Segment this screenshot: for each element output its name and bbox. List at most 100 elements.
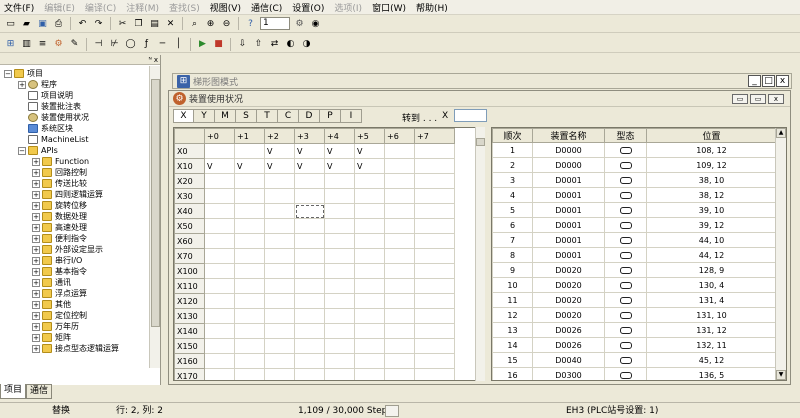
tree-item[interactable]: + 回路控制 xyxy=(0,167,160,178)
grid-cell[interactable] xyxy=(324,218,355,234)
delete-icon[interactable]: ✕ xyxy=(164,17,177,30)
tab-device-s[interactable]: S xyxy=(236,109,257,123)
grid-cell[interactable] xyxy=(354,338,385,354)
expand-icon[interactable]: + xyxy=(32,212,40,221)
grid-cell[interactable] xyxy=(354,278,385,294)
grid-cell[interactable] xyxy=(324,323,355,339)
menu-item[interactable]: 视图(V) xyxy=(210,1,241,14)
list-row[interactable]: 15 D0040 45, 12 xyxy=(492,352,777,368)
grid-cell[interactable]: V xyxy=(264,158,295,174)
list-row[interactable]: 14 D0026 132, 11 xyxy=(492,337,777,353)
expand-icon[interactable]: + xyxy=(32,223,40,232)
grid-cell[interactable]: V xyxy=(354,158,385,174)
grid-cell[interactable] xyxy=(234,233,265,249)
scroll-down-arrow[interactable]: ▼ xyxy=(776,370,786,380)
grid-cell[interactable] xyxy=(294,233,325,249)
list-row[interactable]: 8 D0001 44, 12 xyxy=(492,247,777,263)
grid-cell[interactable] xyxy=(294,323,325,339)
grid-cell[interactable] xyxy=(354,188,385,204)
grid-cell[interactable] xyxy=(414,188,455,204)
help-icon[interactable]: ? xyxy=(244,17,257,30)
grid-cell[interactable] xyxy=(354,308,385,324)
contact-no-icon[interactable]: ⊣ xyxy=(92,38,105,51)
menu-item[interactable]: 查找(S) xyxy=(169,1,200,14)
stop-icon[interactable]: ■ xyxy=(212,38,225,51)
write-icon[interactable]: ⇧ xyxy=(252,38,265,51)
list-row[interactable]: 2 D0000 109, 12 xyxy=(492,157,777,173)
grid-cell[interactable] xyxy=(264,218,295,234)
expand-icon[interactable]: + xyxy=(32,267,40,276)
expand-icon[interactable]: + xyxy=(32,201,40,210)
tree-item[interactable]: + 数据处理 xyxy=(0,211,160,222)
tree-item[interactable]: + 四则逻辑运算 xyxy=(0,189,160,200)
grid-cell[interactable] xyxy=(384,263,415,279)
tree-item[interactable]: + 其他 xyxy=(0,299,160,310)
grid-cell[interactable] xyxy=(384,158,415,174)
grid-cell[interactable] xyxy=(234,263,265,279)
grid-cell[interactable] xyxy=(264,173,295,189)
menu-item[interactable]: 文件(F) xyxy=(4,1,34,14)
grid-cell[interactable] xyxy=(384,203,415,219)
grid-cell[interactable] xyxy=(294,338,325,354)
tree-item[interactable]: − APIs xyxy=(0,145,160,156)
grid-cell[interactable] xyxy=(264,248,295,264)
monitor-start-icon[interactable]: ◐ xyxy=(284,38,297,51)
grid-cell[interactable] xyxy=(234,188,265,204)
grid-cell[interactable] xyxy=(204,173,235,189)
tree-item[interactable]: + 传送比较 xyxy=(0,178,160,189)
grid-cell[interactable] xyxy=(294,203,325,219)
list-row[interactable]: 9 D0020 128, 9 xyxy=(492,262,777,278)
expand-icon[interactable]: + xyxy=(32,333,40,342)
grid-cell[interactable] xyxy=(264,323,295,339)
tab-communication[interactable]: 通信 xyxy=(26,384,53,399)
grid-cell[interactable] xyxy=(384,173,415,189)
grid-cell[interactable] xyxy=(234,173,265,189)
grid-cell[interactable] xyxy=(294,248,325,264)
monitor-icon[interactable]: ◉ xyxy=(309,17,322,30)
grid-cell[interactable] xyxy=(234,368,265,380)
hline-icon[interactable]: ─ xyxy=(156,38,169,51)
grid-cell[interactable] xyxy=(204,323,235,339)
grid-cell[interactable] xyxy=(384,308,415,324)
zoom-input[interactable]: 1 xyxy=(260,17,290,30)
grid-cell[interactable] xyxy=(384,248,415,264)
compile-icon[interactable]: ⚙ xyxy=(293,17,306,30)
collapse-icon[interactable]: − xyxy=(18,146,26,155)
grid-cell[interactable] xyxy=(204,203,235,219)
grid-cell[interactable] xyxy=(354,353,385,369)
comment-icon[interactable]: ✎ xyxy=(68,38,81,51)
grid-cell[interactable] xyxy=(234,308,265,324)
print-icon[interactable]: ⎙ xyxy=(52,17,65,30)
tree-item[interactable]: + 定位控制 xyxy=(0,310,160,321)
grid-cell[interactable] xyxy=(264,203,295,219)
tree-item[interactable]: 装置使用状况 xyxy=(0,112,160,123)
zoom-in-icon[interactable]: ⊕ xyxy=(204,17,217,30)
tree-item[interactable]: 项目说明 xyxy=(0,90,160,101)
monitor-stop-icon[interactable]: ◑ xyxy=(300,38,313,51)
grid-cell[interactable] xyxy=(204,263,235,279)
grid-cell[interactable]: V xyxy=(324,143,355,159)
grid-cell[interactable] xyxy=(294,293,325,309)
grid-cell[interactable] xyxy=(264,263,295,279)
device-minimize-button[interactable]: ▭ xyxy=(732,94,748,104)
grid-cell[interactable] xyxy=(414,338,455,354)
grid-cell[interactable] xyxy=(234,338,265,354)
panel-pin-button[interactable]: ᴺ xyxy=(149,56,152,64)
expand-icon[interactable]: + xyxy=(32,256,40,265)
grid-cell[interactable] xyxy=(384,233,415,249)
grid-cell[interactable] xyxy=(384,218,415,234)
tab-project[interactable]: 项目 xyxy=(0,384,27,399)
grid-cell[interactable] xyxy=(264,353,295,369)
menu-item[interactable]: 窗口(W) xyxy=(372,1,406,14)
grid-cell[interactable] xyxy=(324,308,355,324)
grid-cell[interactable] xyxy=(354,293,385,309)
device-close-button[interactable]: x xyxy=(768,94,784,104)
grid-cell[interactable] xyxy=(294,278,325,294)
list-row[interactable]: 5 D0001 39, 10 xyxy=(492,202,777,218)
menu-item[interactable]: 编辑(E) xyxy=(44,1,75,14)
tree-item[interactable]: + 程序 xyxy=(0,79,160,90)
function-icon[interactable]: ƒ xyxy=(140,38,153,51)
minimize-button[interactable]: _ xyxy=(748,75,761,87)
tree-item[interactable]: + 浮点运算 xyxy=(0,288,160,299)
copy-icon[interactable]: ❐ xyxy=(132,17,145,30)
